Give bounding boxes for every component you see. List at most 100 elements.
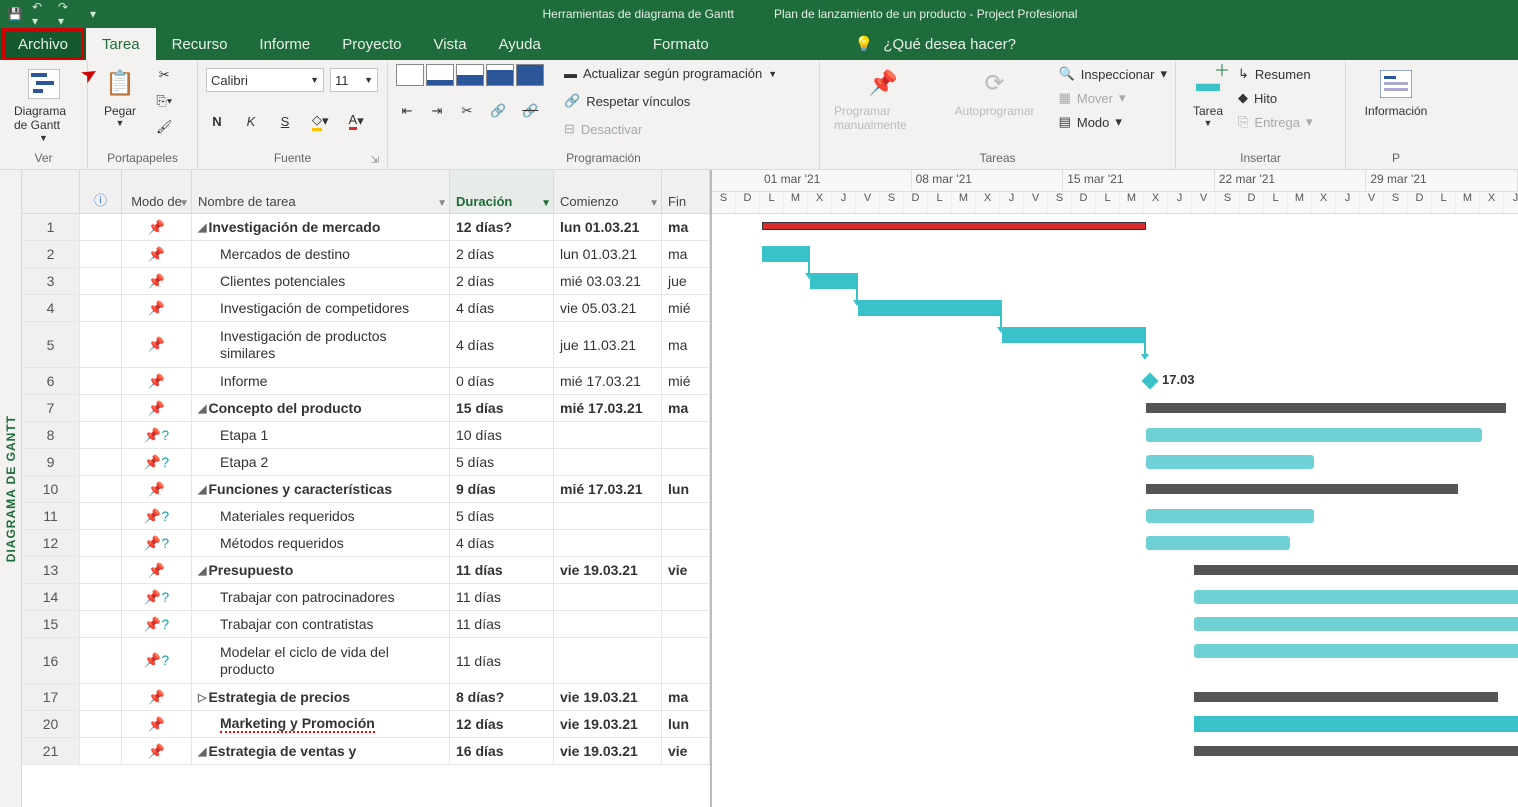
collapse-icon[interactable]: ◢	[198, 745, 206, 758]
indicator-cell[interactable]	[80, 711, 122, 738]
table-row[interactable]: 15📌?Trabajar con contratistas11 días	[22, 611, 710, 638]
copy-icon[interactable]: ⎘▾	[152, 90, 177, 112]
indicator-cell[interactable]	[80, 241, 122, 268]
finish-cell[interactable]	[662, 611, 710, 638]
finish-cell[interactable]	[662, 530, 710, 557]
tab-file[interactable]: Archivo ➤	[0, 28, 86, 60]
deactivate-button[interactable]: ⊟Desactivar	[564, 119, 777, 139]
row-number[interactable]: 7	[22, 395, 80, 422]
task-mode-cell[interactable]: 📌?	[122, 584, 192, 611]
table-row[interactable]: 17📌▷Estrategia de precios8 días?vie 19.0…	[22, 684, 710, 711]
start-cell[interactable]: jue 11.03.21	[554, 322, 662, 368]
gantt-row[interactable]	[712, 738, 1518, 765]
task-bar[interactable]	[1002, 327, 1146, 343]
gantt-row[interactable]	[712, 503, 1518, 530]
table-row[interactable]: 12📌?Métodos requeridos4 días	[22, 530, 710, 557]
start-cell[interactable]	[554, 638, 662, 684]
font-color-button[interactable]: A▾	[345, 110, 368, 132]
tab-project[interactable]: Proyecto	[326, 28, 417, 60]
progress-50%[interactable]	[456, 64, 484, 86]
gantt-row[interactable]	[712, 295, 1518, 322]
row-number[interactable]: 16	[22, 638, 80, 684]
task-mode-cell[interactable]: 📌	[122, 395, 192, 422]
finish-cell[interactable]: ma	[662, 322, 710, 368]
table-row[interactable]: 14📌?Trabajar con patrocinadores11 días	[22, 584, 710, 611]
column-header-finish[interactable]: Fin	[662, 170, 710, 214]
table-row[interactable]: 6📌Informe0 díasmié 17.03.21mié	[22, 368, 710, 395]
duration-cell[interactable]: 11 días	[450, 584, 554, 611]
duration-cell[interactable]: 9 días	[450, 476, 554, 503]
row-number[interactable]: 9	[22, 449, 80, 476]
table-row[interactable]: 5📌Investigación de productos similares4 …	[22, 322, 710, 368]
undo-icon[interactable]: ↶ ▾	[32, 5, 50, 23]
column-header-start[interactable]: Comienzo▼	[554, 170, 662, 214]
row-number[interactable]: 2	[22, 241, 80, 268]
indicator-cell[interactable]	[80, 738, 122, 765]
column-header-duration[interactable]: Duración▼	[450, 170, 554, 214]
manual-task-bar[interactable]	[1194, 644, 1518, 658]
row-number[interactable]: 5	[22, 322, 80, 368]
duration-cell[interactable]: 16 días	[450, 738, 554, 765]
indicator-cell[interactable]	[80, 422, 122, 449]
row-number[interactable]: 1	[22, 214, 80, 241]
dropdown-icon[interactable]: ▼	[179, 198, 189, 209]
dropdown-icon[interactable]: ▼	[649, 198, 659, 209]
unlink-tasks-icon[interactable]: 🔗	[518, 100, 542, 122]
indent-icon[interactable]: ⇥	[426, 100, 448, 122]
table-row[interactable]: 4📌Investigación de competidores4 díasvie…	[22, 295, 710, 322]
task-name-cell[interactable]: ◢Estrategia de ventas y	[192, 738, 450, 765]
task-mode-cell[interactable]: 📌?	[122, 638, 192, 684]
task-name-cell[interactable]: Clientes potenciales	[192, 268, 450, 295]
summary-bar[interactable]	[1194, 692, 1498, 702]
gantt-row[interactable]	[712, 422, 1518, 449]
finish-cell[interactable]: ma	[662, 214, 710, 241]
task-bar[interactable]	[762, 246, 810, 262]
manually-schedule-button[interactable]: 📌 Programar manualmente	[828, 64, 939, 135]
task-name-cell[interactable]: ◢Investigación de mercado	[192, 214, 450, 241]
indicator-cell[interactable]	[80, 368, 122, 395]
summary-bar[interactable]	[1146, 484, 1458, 494]
gantt-row[interactable]	[712, 268, 1518, 295]
duration-cell[interactable]: 0 días	[450, 368, 554, 395]
collapse-icon[interactable]: ◢	[198, 483, 206, 496]
insert-summary-button[interactable]: ↳Resumen	[1238, 64, 1312, 84]
manual-task-bar[interactable]	[1146, 509, 1314, 523]
row-number[interactable]: 17	[22, 684, 80, 711]
mode-button[interactable]: ▤Modo ▾	[1059, 112, 1167, 132]
summary-bar[interactable]	[1146, 403, 1506, 413]
start-cell[interactable]	[554, 449, 662, 476]
task-mode-cell[interactable]: 📌	[122, 711, 192, 738]
column-header-mode[interactable]: Modo de▼	[122, 170, 192, 214]
start-cell[interactable]	[554, 611, 662, 638]
fill-color-button[interactable]: ◇▾	[308, 110, 333, 132]
cut-icon[interactable]: ✂	[152, 64, 177, 86]
task-name-cell[interactable]: Investigación de competidores	[192, 295, 450, 322]
dropdown-icon[interactable]: ▼	[437, 198, 447, 209]
font-name-combo[interactable]: Calibri▼	[206, 68, 324, 92]
indicator-cell[interactable]	[80, 557, 122, 584]
start-cell[interactable]: mié 17.03.21	[554, 476, 662, 503]
tab-view[interactable]: Vista	[417, 28, 482, 60]
auto-schedule-button[interactable]: ⟳ Autoprogramar	[949, 64, 1041, 135]
link-tasks-icon[interactable]: 🔗	[486, 100, 510, 122]
column-header-indicators[interactable]: ⓘ	[80, 170, 122, 214]
duration-cell[interactable]: 8 días?	[450, 684, 554, 711]
indicator-cell[interactable]	[80, 584, 122, 611]
task-name-cell[interactable]: Informe	[192, 368, 450, 395]
finish-cell[interactable]	[662, 584, 710, 611]
start-cell[interactable]: mié 17.03.21	[554, 368, 662, 395]
row-number[interactable]: 11	[22, 503, 80, 530]
outdent-icon[interactable]: ⇤	[396, 100, 418, 122]
tab-task[interactable]: Tarea	[86, 28, 156, 60]
task-name-cell[interactable]: ◢Concepto del producto	[192, 395, 450, 422]
row-number[interactable]: 20	[22, 711, 80, 738]
gantt-row[interactable]	[712, 241, 1518, 268]
duration-cell[interactable]: 5 días	[450, 449, 554, 476]
collapse-icon[interactable]: ◢	[198, 221, 206, 234]
gantt-chart-view-button[interactable]: Diagrama de Gantt ▼	[8, 64, 79, 146]
task-mode-cell[interactable]: 📌?	[122, 611, 192, 638]
indicator-cell[interactable]	[80, 395, 122, 422]
indicator-cell[interactable]	[80, 684, 122, 711]
insert-task-button[interactable]: ▬＋ Tarea ▼	[1184, 64, 1232, 132]
start-cell[interactable]: vie 19.03.21	[554, 684, 662, 711]
